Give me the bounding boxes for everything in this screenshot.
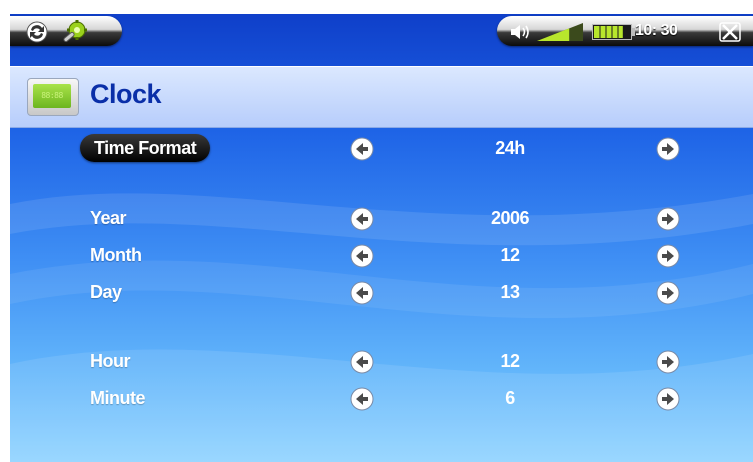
- speaker-icon[interactable]: [509, 23, 533, 41]
- decrease-arrow-icon[interactable]: [350, 281, 374, 305]
- setting-row-hour[interactable]: Hour 12: [10, 347, 753, 377]
- setting-value: 12: [500, 351, 520, 371]
- sync-icon[interactable]: [24, 20, 50, 44]
- title-bar: 88:88 Clock: [10, 66, 753, 128]
- increase-arrow-icon[interactable]: [656, 387, 680, 411]
- increase-arrow-icon[interactable]: [656, 207, 680, 231]
- close-icon[interactable]: [719, 22, 741, 42]
- clock-time: 10: 30: [635, 22, 678, 39]
- setting-row-year[interactable]: Year 2006: [10, 204, 753, 234]
- status-bar: 10: 30: [10, 14, 753, 50]
- screen: 10: 30 88:88 Clock Time Format 24h Year: [10, 14, 753, 462]
- settings-gear-icon[interactable]: [60, 19, 90, 45]
- setting-label: Year: [90, 208, 127, 228]
- increase-arrow-icon[interactable]: [656, 137, 680, 161]
- decrease-arrow-icon[interactable]: [350, 387, 374, 411]
- setting-row-month[interactable]: Month 12: [10, 241, 753, 271]
- setting-row-minute[interactable]: Minute 6: [10, 384, 753, 414]
- setting-label: Time Format: [80, 134, 211, 162]
- clock-icon-display: 88:88: [33, 84, 71, 108]
- setting-value: 2006: [490, 208, 530, 228]
- increase-arrow-icon[interactable]: [656, 244, 680, 268]
- increase-arrow-icon[interactable]: [656, 350, 680, 374]
- page-title: Clock: [90, 79, 162, 109]
- setting-label: Hour: [90, 351, 131, 371]
- decrease-arrow-icon[interactable]: [350, 207, 374, 231]
- status-bar-left: [10, 16, 122, 46]
- decrease-arrow-icon[interactable]: [350, 244, 374, 268]
- decrease-arrow-icon[interactable]: [350, 137, 374, 161]
- clock-icon: 88:88: [27, 78, 79, 116]
- setting-label: Day: [90, 282, 122, 302]
- setting-row-time-format[interactable]: Time Format 24h: [10, 134, 753, 164]
- setting-value: 6: [505, 388, 515, 408]
- volume-level-indicator: [537, 23, 583, 41]
- setting-label: Minute: [90, 388, 146, 408]
- setting-label: Month: [90, 245, 142, 265]
- increase-arrow-icon[interactable]: [656, 281, 680, 305]
- status-bar-right: 10: 30: [497, 16, 753, 46]
- decrease-arrow-icon[interactable]: [350, 350, 374, 374]
- setting-value: 12: [500, 245, 520, 265]
- setting-value: 13: [500, 282, 520, 302]
- setting-value: 24h: [495, 138, 525, 158]
- setting-row-day[interactable]: Day 13: [10, 278, 753, 308]
- battery-icon: [592, 24, 635, 40]
